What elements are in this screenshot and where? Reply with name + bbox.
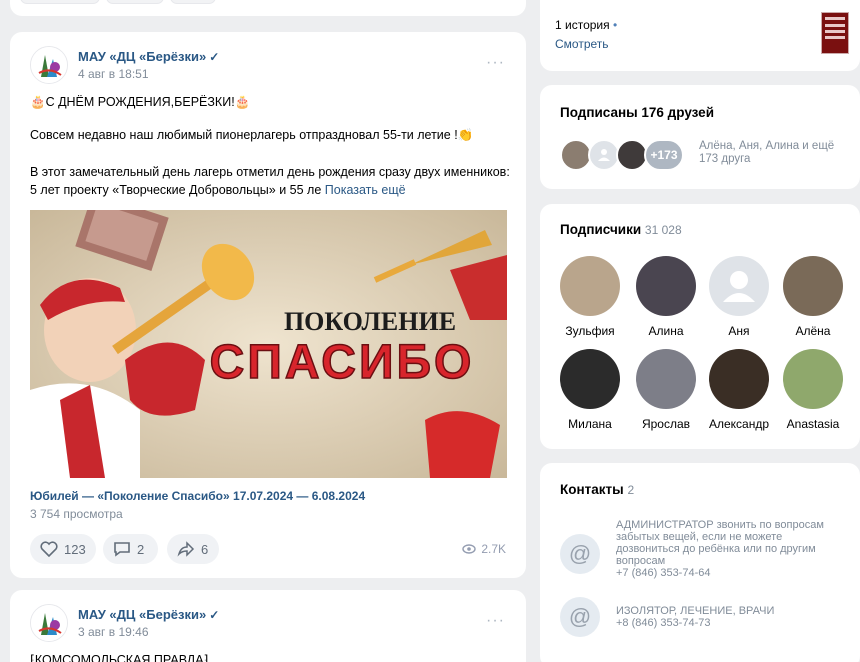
- user-placeholder-icon: [709, 256, 769, 316]
- comment-button[interactable]: 2: [103, 534, 158, 564]
- subscribers-title[interactable]: Подписчики 31 028: [560, 222, 682, 237]
- post-menu-button[interactable]: ···: [486, 54, 505, 72]
- post-menu-button[interactable]: ···: [486, 612, 505, 630]
- video-title-link[interactable]: Юбилей — «Поколение Спасибо» 17.07.2024 …: [30, 489, 365, 503]
- story-thumbnail[interactable]: [821, 12, 849, 54]
- share-count: 6: [201, 541, 209, 557]
- friends-more-badge: +173: [644, 139, 684, 171]
- contact-2[interactable]: ИЗОЛЯТОР, ЛЕЧЕНИЕ, ВРАЧИ +8 (846) 353-74…: [616, 605, 841, 629]
- post-headline: ⁅КОМСОМОЛЬСКАЯ ПРАВДА⁆: [30, 653, 209, 662]
- subscriber-avatar: [783, 349, 843, 409]
- share-button[interactable]: 6: [167, 534, 219, 564]
- video-preview[interactable]: ПОКОЛЕНИЕ СПАСИБО: [30, 210, 507, 478]
- post-author[interactable]: МАУ «ДЦ «Берёзки» ✓: [78, 607, 219, 622]
- subscriber-name: Зульфия: [565, 324, 615, 338]
- subscriber-avatar: [560, 256, 620, 316]
- verified-icon: ✓: [209, 50, 220, 64]
- contact-avatar-icon: @: [560, 597, 600, 637]
- subscriber-name: Anastasia: [786, 417, 840, 431]
- subscriber-avatar: [636, 256, 696, 316]
- subscriber-name: Алина: [648, 324, 684, 338]
- banner-main-text: СПАСИБО: [210, 336, 475, 389]
- user-placeholder-icon: [598, 149, 610, 161]
- previous-comment-button[interactable]: [106, 0, 164, 4]
- post-views: 2.7K: [462, 542, 506, 556]
- friends-title: Подписаны 176 друзей: [560, 105, 714, 120]
- contacts-title[interactable]: Контакты 2: [560, 482, 634, 497]
- community-avatar[interactable]: [30, 46, 68, 84]
- friends-widget[interactable]: Подписаны 176 друзей +173 Алёна, Аня, Ал…: [540, 85, 860, 189]
- previous-like-button[interactable]: [20, 0, 100, 4]
- post-headline: 🎂С ДНЁМ РОЖДЕНИЯ,БЕРЁЗКИ!🎂: [30, 95, 251, 109]
- subscriber-item[interactable]: Александр: [704, 349, 774, 431]
- subscriber-avatar: [560, 349, 620, 409]
- show-more-link[interactable]: Показать ещё: [325, 183, 406, 197]
- community-logo-icon: [31, 605, 67, 641]
- video-views: 3 754 просмотра: [30, 507, 123, 521]
- heart-icon: [40, 541, 58, 557]
- video-preview-illustration: ПОКОЛЕНИЕ СПАСИБО: [30, 210, 507, 478]
- banner-top-text: ПОКОЛЕНИЕ: [284, 307, 456, 336]
- post-author[interactable]: МАУ «ДЦ «Берёзки» ✓: [78, 49, 219, 64]
- eye-icon: [462, 544, 477, 554]
- post-date[interactable]: 4 авг в 18:51: [78, 67, 149, 81]
- subscriber-avatar: [709, 349, 769, 409]
- subscriber-item[interactable]: Алёна: [778, 256, 848, 338]
- subscriber-name: Алёна: [795, 324, 831, 338]
- post-text-line: Совсем недавно наш любимый пионерлагерь …: [30, 128, 474, 142]
- post: МАУ «ДЦ «Берёзки» ✓ 3 авг в 19:46 ··· ⁅КО…: [10, 590, 526, 662]
- share-icon: [177, 541, 195, 557]
- comment-icon: [114, 542, 130, 557]
- post-date[interactable]: 3 авг в 19:46: [78, 625, 149, 639]
- stories-count: 1 история •: [555, 18, 618, 32]
- contact-1[interactable]: АДМИНИСТРАТОР звонить по вопросам забыты…: [616, 519, 841, 579]
- contact-avatar-icon: @: [560, 534, 600, 574]
- friends-names: Алёна, Аня, Алина и ещё 173 друга: [699, 140, 835, 165]
- subscriber-avatar: [783, 256, 843, 316]
- subscriber-item[interactable]: Аня: [704, 256, 774, 338]
- subscriber-item[interactable]: Милана: [555, 349, 625, 431]
- community-logo-icon: [31, 47, 67, 83]
- contacts-widget: Контакты 2 @ АДМИНИСТРАТОР звонить по во…: [540, 463, 860, 662]
- post: МАУ «ДЦ «Берёзки» ✓ 4 авг в 18:51 ··· 🎂С …: [10, 32, 526, 578]
- like-button[interactable]: 123: [30, 534, 96, 564]
- like-count: 123: [64, 541, 86, 557]
- community-avatar[interactable]: [30, 604, 68, 642]
- subscriber-name: Александр: [708, 417, 770, 431]
- previous-share-button[interactable]: [170, 0, 216, 4]
- subscriber-name: Милана: [568, 417, 612, 431]
- stories-widget: 1 история • Смотреть: [540, 0, 860, 71]
- post-text-line: 5 лет проекту «Творческие Добровольцы» и…: [30, 183, 406, 197]
- post-text-line: В этот замечательный день лагерь отметил…: [30, 165, 510, 179]
- stories-watch-link[interactable]: Смотреть: [555, 37, 609, 51]
- subscriber-item[interactable]: Алина: [631, 256, 701, 338]
- previous-post-footer: [10, 0, 526, 16]
- subscriber-name: Ярослав: [641, 417, 691, 431]
- subscriber-item[interactable]: Anastasia: [778, 349, 848, 431]
- verified-icon: ✓: [209, 608, 220, 622]
- subscriber-item[interactable]: Ярослав: [631, 349, 701, 431]
- subscriber-avatar: [636, 349, 696, 409]
- subscribers-widget: Подписчики 31 028 Зульфия Алина Аня Алёна Ми…: [540, 204, 860, 449]
- subscriber-name: Аня: [728, 324, 750, 338]
- subscriber-item[interactable]: Зульфия: [555, 256, 625, 338]
- comment-count: 2: [137, 541, 145, 557]
